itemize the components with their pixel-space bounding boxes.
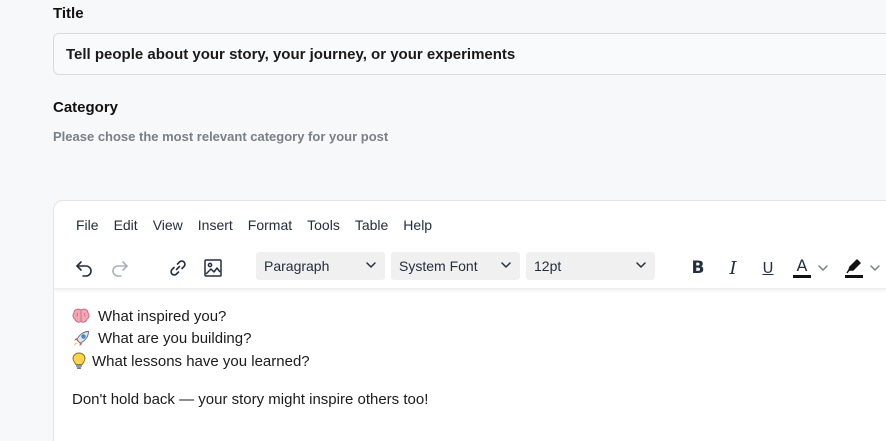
prompt-text: What inspired you? <box>98 307 227 325</box>
undo-icon <box>76 261 92 277</box>
font-size-select[interactable]: 12pt <box>526 252 655 280</box>
menu-file[interactable]: File <box>76 217 99 233</box>
link-icon <box>170 260 186 276</box>
category-help-text: Please chose the most relevant category … <box>53 129 389 144</box>
menu-tools[interactable]: Tools <box>307 217 340 233</box>
font-size-value: 12pt <box>534 258 562 274</box>
text-color-icon: A <box>792 258 812 278</box>
title-input-value: Tell people about your story, your journ… <box>66 45 516 63</box>
editor-content[interactable]: What inspired you? What are you building… <box>72 305 428 411</box>
chevron-down-icon <box>818 265 828 271</box>
text-color-button[interactable]: A <box>788 253 838 283</box>
block-format-value: Paragraph <box>264 258 330 274</box>
closing-paragraph: Don't hold back — your story might inspi… <box>72 391 429 409</box>
editor-toolbar: Paragraph System Font 12pt B I U A <box>54 249 886 289</box>
block-format-select[interactable]: Paragraph <box>256 252 385 280</box>
redo-icon <box>112 261 128 277</box>
italic-button[interactable]: I <box>718 253 748 283</box>
menu-help[interactable]: Help <box>403 217 432 233</box>
highlight-color-button[interactable] <box>840 253 886 283</box>
prompt-line: What inspired you? <box>72 305 428 328</box>
editor-menubar: File Edit View Insert Format Tools Table… <box>54 201 886 249</box>
undo-button[interactable] <box>69 253 99 283</box>
bold-icon: B <box>691 258 705 278</box>
menu-view[interactable]: View <box>153 217 183 233</box>
prompt-text: What lessons have you learned? <box>92 352 310 370</box>
rich-text-editor: File Edit View Insert Format Tools Table… <box>53 200 886 441</box>
chevron-down-icon <box>366 262 376 268</box>
italic-icon: I <box>729 257 737 279</box>
highlighter-icon <box>844 258 864 278</box>
image-icon <box>204 259 222 277</box>
rocket-icon <box>72 330 94 348</box>
chevron-down-icon <box>636 262 646 268</box>
insert-image-button[interactable] <box>198 253 228 283</box>
underline-icon: U <box>762 259 774 277</box>
brain-icon <box>72 308 94 324</box>
lightbulb-icon <box>72 352 88 370</box>
prompt-line: What lessons have you learned? <box>72 350 428 373</box>
font-family-select[interactable]: System Font <box>391 252 520 280</box>
underline-button[interactable]: U <box>753 253 783 283</box>
category-label: Category <box>53 99 119 116</box>
title-label: Title <box>53 5 84 22</box>
title-input[interactable]: Tell people about your story, your journ… <box>53 33 886 75</box>
menu-format[interactable]: Format <box>248 217 292 233</box>
chevron-down-icon <box>501 262 511 268</box>
menu-table[interactable]: Table <box>355 217 388 233</box>
insert-link-button[interactable] <box>163 253 193 283</box>
menu-insert[interactable]: Insert <box>198 217 233 233</box>
prompt-line: What are you building? <box>72 328 428 351</box>
menu-edit[interactable]: Edit <box>114 217 138 233</box>
chevron-down-icon <box>870 265 880 271</box>
bold-button[interactable]: B <box>683 253 713 283</box>
redo-button[interactable] <box>105 253 135 283</box>
font-family-value: System Font <box>399 258 478 274</box>
prompt-text: What are you building? <box>98 330 252 348</box>
